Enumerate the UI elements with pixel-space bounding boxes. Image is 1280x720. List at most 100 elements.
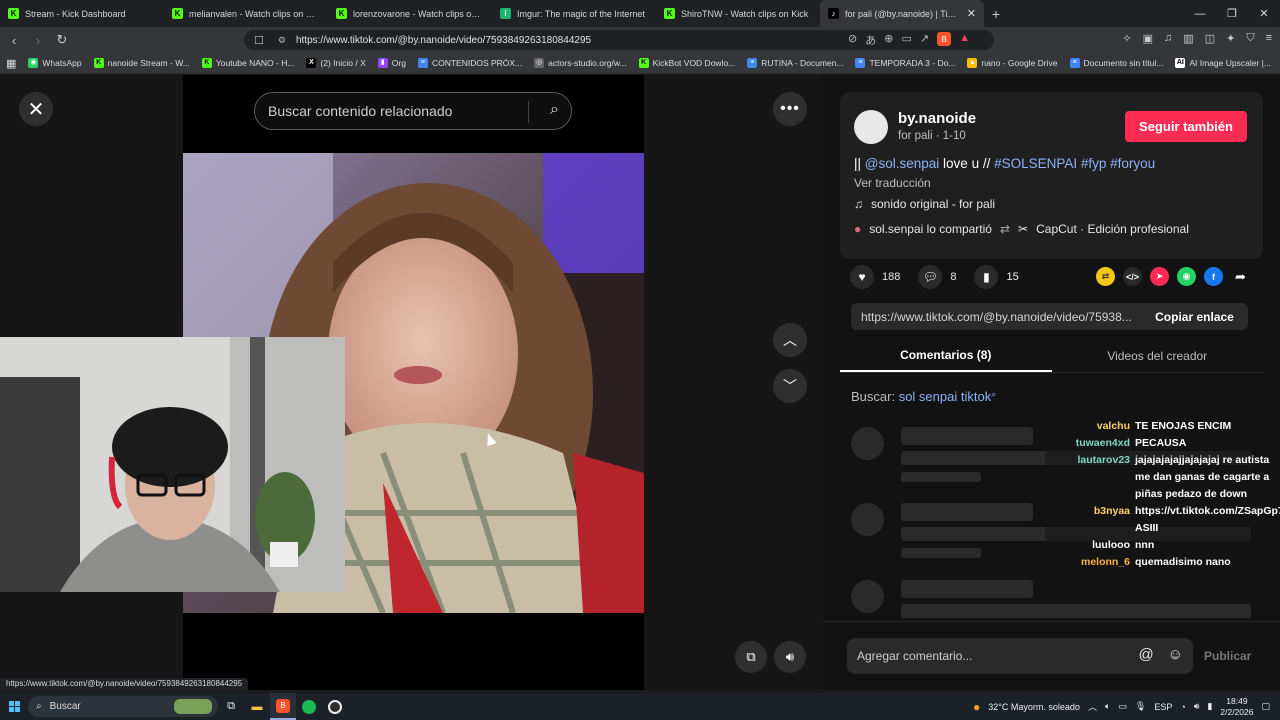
publish-button[interactable]: Publicar	[1204, 649, 1251, 663]
follow-button[interactable]: Seguir también	[1125, 111, 1247, 142]
bookmark-youtube-nano[interactable]: K Youtube NANO - H...	[196, 58, 301, 68]
restore-icon[interactable]: ❐	[1216, 0, 1248, 27]
apps-icon[interactable]: ▦	[0, 57, 22, 70]
back-icon[interactable]: ‹	[4, 30, 24, 50]
send-icon[interactable]: ➤	[1150, 267, 1169, 286]
post-username[interactable]: by.nanoide	[898, 110, 976, 127]
bookmark-rutina[interactable]: ≡ RUTINA - Documen...	[741, 58, 849, 68]
bookmark-nanoide-stream[interactable]: Knanoide Stream - W...	[88, 58, 196, 68]
volume-tray-icon[interactable]: 🔊︎	[1194, 701, 1200, 712]
share-arrow-icon[interactable]: ➦	[1231, 267, 1250, 286]
more-options-button[interactable]: •••	[773, 92, 807, 126]
translate-icon[interactable]: あ	[865, 32, 876, 48]
browser-tab-5[interactable]: K ShiroTNW - Watch clips on Kick	[656, 0, 820, 27]
bookmark-kickbot[interactable]: K KickBot VOD Dowlo...	[633, 58, 742, 68]
bookmark-org[interactable]: ▮ Org	[372, 58, 412, 68]
bookmark-contenidos[interactable]: ≡ CONTENIDOS PRÓX...	[412, 58, 528, 68]
wallet-icon-2[interactable]: ◫	[1205, 32, 1215, 45]
copy-link-button[interactable]: Copiar enlace	[1141, 310, 1248, 324]
network-icon[interactable]: ▭	[1118, 701, 1127, 712]
tab-creator-videos[interactable]: Videos del creador	[1052, 339, 1264, 372]
browser-tab-1[interactable]: K Stream - Kick Dashboard	[0, 0, 164, 27]
no-translate-icon[interactable]: ⊘	[848, 32, 857, 48]
caption-hashtags[interactable]: #SOLSENPAI #fyp #foryou	[994, 156, 1155, 171]
media-icon[interactable]: ♫	[1164, 32, 1172, 45]
new-tab-button[interactable]: +	[984, 0, 1008, 27]
bookmark-icon[interactable]: ☐	[254, 34, 264, 47]
brave-browser-icon[interactable]: B	[270, 693, 296, 720]
brave-shields-icon[interactable]: B	[937, 32, 952, 46]
brave-rewards-icon[interactable]: ▲	[959, 32, 970, 48]
picture-in-picture-button[interactable]: ⧉	[735, 641, 767, 673]
volume-button[interactable]: 🔊︎	[774, 641, 806, 673]
notifications-icon[interactable]: ▢	[1261, 701, 1270, 712]
related-search-input[interactable]: Buscar contenido relacionado ⌕	[254, 92, 572, 130]
bookmark-actors-studio[interactable]: ◎ actors-studio.org/w...	[528, 58, 632, 68]
search-icon[interactable]: ⌕	[550, 101, 559, 119]
suggested-search-link[interactable]: sol senpai tiktok	[899, 389, 992, 404]
extensions-icon[interactable]: ✧	[1122, 32, 1131, 45]
spotify-icon[interactable]	[296, 693, 322, 720]
bookmark-drive[interactable]: ▲ nano - Google Drive	[961, 58, 1063, 68]
facebook-icon[interactable]: f	[1204, 267, 1223, 286]
bookmark-documento[interactable]: ≡ Documento sin títul...	[1064, 58, 1170, 68]
video-link-text[interactable]: https://www.tiktok.com/@by.nanoide/video…	[851, 310, 1141, 324]
wallet-icon[interactable]: ▣	[1143, 32, 1153, 45]
task-view-icon[interactable]: ⧉	[218, 693, 244, 720]
reload-icon[interactable]: ↻	[52, 30, 72, 50]
close-video-button[interactable]: ✕	[19, 92, 53, 126]
cast-icon[interactable]: ▭	[901, 32, 911, 48]
previous-video-button[interactable]: ︿	[773, 323, 807, 357]
avatar[interactable]	[854, 110, 888, 144]
windows-start-icon[interactable]	[0, 693, 28, 720]
capcut-label[interactable]: CapCut · Edición profesional	[1036, 222, 1189, 236]
battery-icon[interactable]: ▮	[1207, 701, 1212, 712]
translate-link[interactable]: Ver traducción	[854, 176, 931, 190]
save-button[interactable]: ▮ 15	[974, 265, 1019, 289]
share-icon[interactable]: ↗	[920, 32, 929, 48]
file-explorer-icon[interactable]: ▬	[244, 693, 270, 720]
wifi-icon[interactable]: ◔	[1180, 702, 1185, 712]
next-video-button[interactable]: ﹀	[773, 369, 807, 403]
embed-icon[interactable]: </>	[1123, 267, 1142, 286]
bookmark-x[interactable]: X (2) Inicio / X	[300, 58, 371, 68]
tab-comments[interactable]: Comentarios (8)	[840, 339, 1052, 372]
menu-icon[interactable]: ≡	[1266, 32, 1272, 45]
omnibox-icons: ⊘ あ ⊕ ▭ ↗ B ▲	[848, 32, 970, 48]
obs-icon[interactable]	[322, 693, 348, 720]
bookmark-temporada[interactable]: ≡ TEMPORADA 3 - Do...	[849, 58, 961, 68]
vpn-icon[interactable]: ⛉	[1246, 32, 1254, 45]
site-info-icon[interactable]: ⚙	[278, 35, 286, 46]
bookmark-whatsapp[interactable]: ◉ WhatsApp	[22, 58, 87, 68]
bookmark-upscaler[interactable]: AI AI Image Upscaler |...	[1169, 58, 1277, 68]
browser-tab-2[interactable]: K melianvalen - Watch clips on Kick	[164, 0, 328, 27]
zoom-icon[interactable]: ⊕	[884, 32, 893, 48]
forward-icon[interactable]: ›	[28, 30, 48, 50]
close-window-icon[interactable]: ✕	[1248, 0, 1280, 27]
whatsapp-share-icon[interactable]: ◉	[1177, 267, 1196, 286]
browser-tab-4[interactable]: i Imgur: The magic of the Internet	[492, 0, 656, 27]
caption-mention[interactable]: @sol.senpai	[865, 156, 940, 171]
clock[interactable]: 18:49 2/2/2026	[1220, 696, 1253, 718]
speaker-icon[interactable]: 🔈︎	[1105, 701, 1110, 712]
minimize-icon[interactable]: —	[1184, 0, 1216, 27]
sidebar-icon[interactable]: ▥	[1183, 32, 1193, 45]
language-indicator[interactable]: ESP	[1154, 702, 1172, 712]
browser-tab-6-active[interactable]: ♪ for pali (@by.nanoide) | TikTok ✕	[820, 0, 984, 27]
music-link[interactable]: ♫ sonido original - for pali	[854, 197, 995, 211]
emoji-icon[interactable]: ☺	[1168, 646, 1183, 663]
docs-icon: ≡	[1069, 58, 1080, 68]
repost-share-icon[interactable]: ⇄	[1096, 267, 1115, 286]
weather-text[interactable]: 32°C Mayorm. soleado	[988, 702, 1080, 712]
mention-icon[interactable]: @	[1138, 646, 1153, 663]
leo-icon[interactable]: ✦	[1226, 32, 1235, 45]
taskbar-search[interactable]: ⌕ Buscar	[28, 696, 218, 717]
tray-expand-icon[interactable]: ︿	[1088, 700, 1097, 713]
like-button[interactable]: ♥ 188	[850, 265, 900, 289]
shared-by-label[interactable]: sol.senpai lo compartió	[869, 222, 992, 236]
browser-tab-3[interactable]: K lorenzovarone - Watch clips on Kick	[328, 0, 492, 27]
close-tab-icon[interactable]: ✕	[967, 7, 976, 20]
mic-icon[interactable]: 🎙︎	[1135, 701, 1146, 712]
comment-input[interactable]: Agregar comentario... @ ☺	[847, 638, 1193, 674]
comment-button[interactable]: 💬︎ 8	[918, 265, 956, 289]
